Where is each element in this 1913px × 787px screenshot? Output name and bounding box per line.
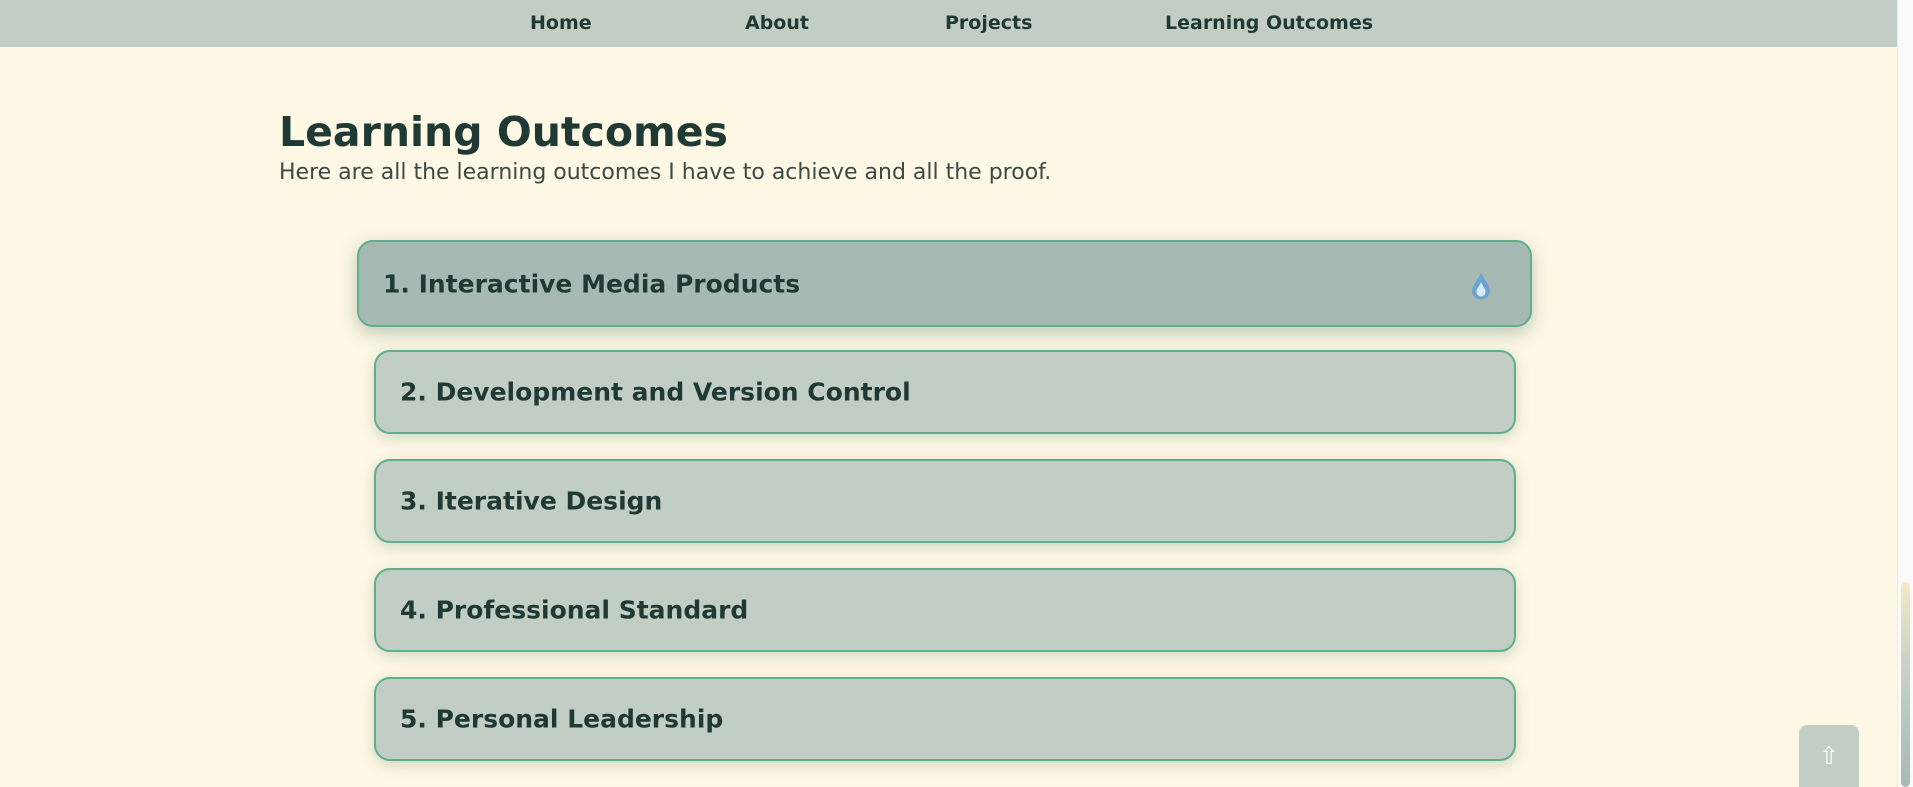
up-arrow-icon: ⇧ xyxy=(1818,742,1840,770)
back-to-top-button[interactable]: ⇧ xyxy=(1799,725,1859,787)
outcome-item-3[interactable]: 3. Iterative Design xyxy=(374,459,1516,543)
nav-about-link[interactable]: About xyxy=(745,12,809,34)
outcome-label: 1. Interactive Media Products xyxy=(383,269,801,298)
outcome-item-2[interactable]: 2. Development and Version Control xyxy=(374,350,1516,434)
outcome-label: 4. Professional Standard xyxy=(400,595,749,625)
page-subtitle: Here are all the learning outcomes I hav… xyxy=(279,160,1052,185)
nav-home-link[interactable]: Home xyxy=(530,12,592,34)
water-drop-icon xyxy=(1470,272,1492,300)
nav-learning-outcomes-link[interactable]: Learning Outcomes xyxy=(1165,12,1373,34)
outcome-item-1[interactable]: 1. Interactive Media Products xyxy=(357,240,1532,327)
page-scrollbar[interactable] xyxy=(1897,0,1913,787)
outcome-label: 3. Iterative Design xyxy=(400,486,663,516)
scrollbar-thumb[interactable] xyxy=(1901,582,1910,787)
page: Home About Projects Learning Outcomes Le… xyxy=(0,0,1913,787)
nav-projects-link[interactable]: Projects xyxy=(945,12,1032,34)
outcome-item-4[interactable]: 4. Professional Standard xyxy=(374,568,1516,652)
top-nav: Home About Projects Learning Outcomes xyxy=(0,0,1897,47)
outcome-label: 2. Development and Version Control xyxy=(400,377,911,407)
page-title: Learning Outcomes xyxy=(279,108,728,156)
outcome-item-5[interactable]: 5. Personal Leadership xyxy=(374,677,1516,761)
outcome-label: 5. Personal Leadership xyxy=(400,704,724,734)
